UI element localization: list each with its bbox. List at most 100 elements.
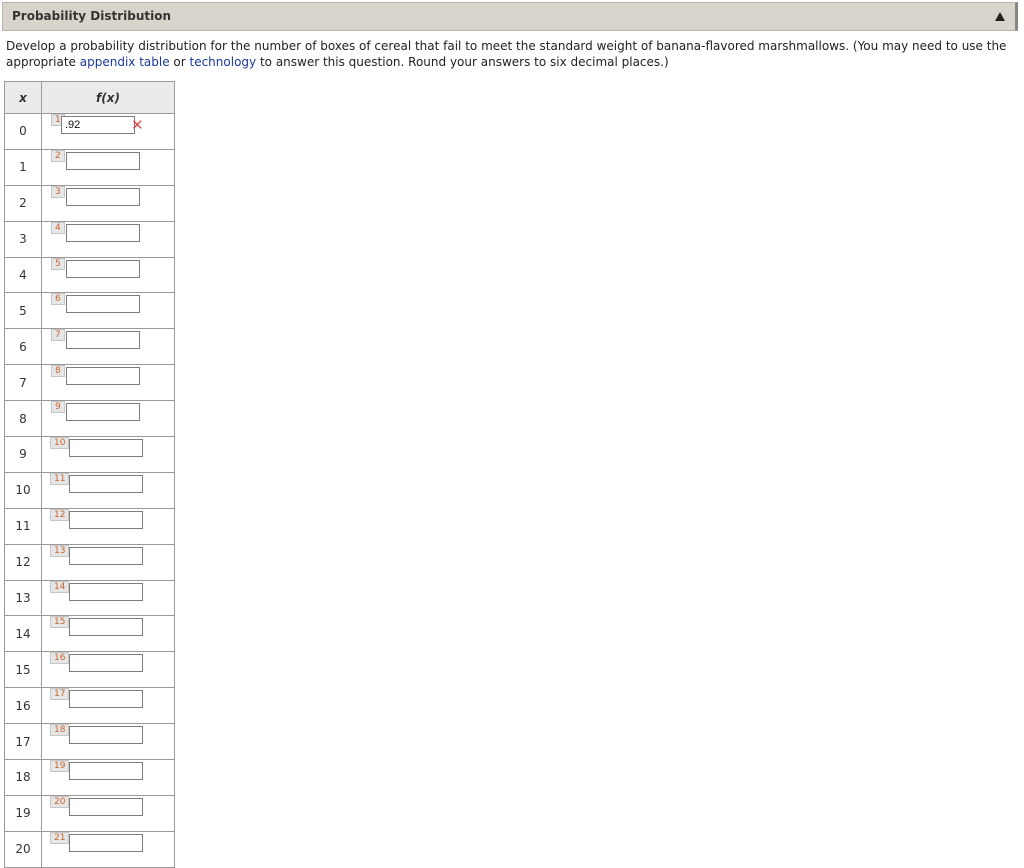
answer-group: 5 (42, 257, 174, 293)
appendix-table-link[interactable]: appendix table (80, 55, 170, 69)
answer-number-badge: 17 (50, 688, 70, 701)
answer-number-badge: 16 (50, 652, 70, 665)
answer-number-badge: 4 (51, 221, 65, 234)
x-value-cell: 1 (4, 148, 42, 186)
fx-answer-cell: 11 (41, 471, 175, 509)
x-value-cell: 20 (4, 830, 42, 868)
answer-number-badge: 3 (51, 185, 65, 198)
x-value-cell: 16 (4, 687, 42, 725)
fx-input-18[interactable] (69, 762, 143, 781)
table-row: 9 10 (4, 436, 175, 473)
answer-number-badge: 9 (51, 401, 65, 414)
prompt-text-or: or (169, 55, 190, 69)
incorrect-x-icon: ✕ (131, 116, 144, 134)
x-value-cell: 10 (4, 471, 42, 509)
x-value-cell: 14 (4, 615, 42, 653)
fx-answer-cell: 12 (41, 507, 175, 545)
answer-number-badge: 13 (50, 544, 70, 557)
fx-input-0[interactable] (61, 116, 135, 134)
fx-input-8[interactable] (66, 403, 140, 422)
table-row: 67 (4, 328, 175, 366)
table-row: 14 15 (4, 615, 175, 653)
fx-input-1[interactable] (66, 151, 140, 170)
fx-input-17[interactable] (69, 726, 143, 745)
answer-number-badge: 20 (50, 795, 70, 808)
fx-answer-cell: 16 (41, 651, 175, 689)
answer-group: 3 (42, 185, 174, 221)
table-header-row: x f(x) (4, 81, 175, 114)
section-title: Probability Distribution (12, 9, 172, 23)
technology-link[interactable]: technology (190, 55, 257, 69)
answer-group: 19 (42, 760, 174, 795)
answer-group: 1✕ (42, 114, 174, 149)
fx-answer-cell: 1✕ (41, 113, 175, 150)
answer-group: 7 (42, 329, 174, 364)
x-value-cell: 13 (4, 579, 42, 617)
fx-input-10[interactable] (69, 474, 143, 493)
x-value-cell: 6 (4, 328, 42, 366)
answer-group: 20 (42, 795, 174, 831)
answer-group: 16 (42, 652, 174, 687)
answer-group: 17 (42, 688, 174, 723)
table-row: 56 (4, 292, 175, 330)
table-row: 20 21 (4, 830, 175, 868)
answer-number-badge: 5 (51, 257, 65, 270)
x-value-cell: 12 (4, 543, 42, 581)
table-row: 23 (4, 184, 175, 222)
table-row: 19 20 (4, 794, 175, 832)
answer-group: 8 (42, 365, 174, 400)
table-row: 45 (4, 256, 175, 294)
fx-input-19[interactable] (69, 797, 143, 816)
fx-input-11[interactable] (69, 510, 143, 529)
x-value-cell: 17 (4, 723, 42, 761)
answer-group: 12 (42, 508, 174, 544)
answer-group: 2 (42, 149, 174, 185)
fx-answer-cell: 7 (41, 328, 175, 366)
fx-input-13[interactable] (69, 582, 143, 601)
table-row: 78 (4, 364, 175, 402)
table-row: 10 11 (4, 471, 175, 509)
table-row: 89 (4, 400, 175, 438)
table-row: 11 12 (4, 507, 175, 545)
fx-input-3[interactable] (66, 223, 140, 242)
table-row: 12 (4, 148, 175, 186)
fx-input-20[interactable] (69, 833, 143, 852)
fx-answer-cell: 15 (41, 615, 175, 653)
table-row: 18 19 (4, 759, 175, 796)
fx-input-7[interactable] (66, 367, 140, 386)
answer-group: 10 (42, 437, 174, 472)
fx-input-6[interactable] (66, 331, 140, 350)
answer-number-badge: 7 (51, 329, 65, 342)
x-value-cell: 0 (4, 113, 42, 150)
x-value-cell: 3 (4, 220, 42, 258)
fx-input-12[interactable] (69, 546, 143, 565)
column-header-x: x (4, 81, 42, 114)
fx-answer-cell: 18 (41, 723, 175, 761)
table-row: 01✕ (4, 113, 175, 150)
section-header: Probability Distribution (2, 2, 1018, 31)
answer-number-badge: 14 (50, 580, 70, 593)
fx-answer-cell: 2 (41, 148, 175, 186)
answer-group: 18 (42, 724, 174, 759)
fx-input-15[interactable] (69, 654, 143, 673)
collapse-triangle-icon[interactable] (995, 12, 1005, 21)
fx-answer-cell: 20 (41, 794, 175, 832)
fx-input-9[interactable] (69, 439, 143, 458)
answer-group: 21 (42, 831, 174, 867)
answer-number-badge: 18 (50, 724, 70, 737)
answer-number-badge: 21 (50, 831, 70, 844)
table-row: 34 (4, 220, 175, 258)
fx-input-14[interactable] (69, 618, 143, 637)
fx-input-2[interactable] (66, 187, 140, 206)
fx-input-5[interactable] (66, 295, 140, 314)
answer-number-badge: 6 (51, 293, 65, 306)
fx-answer-cell: 19 (41, 759, 175, 796)
fx-input-4[interactable] (66, 259, 140, 278)
fx-input-16[interactable] (69, 690, 143, 709)
fx-answer-cell: 8 (41, 364, 175, 402)
answer-group: 11 (42, 472, 174, 508)
table-row: 17 18 (4, 723, 175, 761)
x-value-cell: 9 (4, 436, 42, 473)
distribution-table: x f(x) 01✕122334455667788991010111112121… (4, 81, 175, 868)
x-value-cell: 2 (4, 184, 42, 222)
